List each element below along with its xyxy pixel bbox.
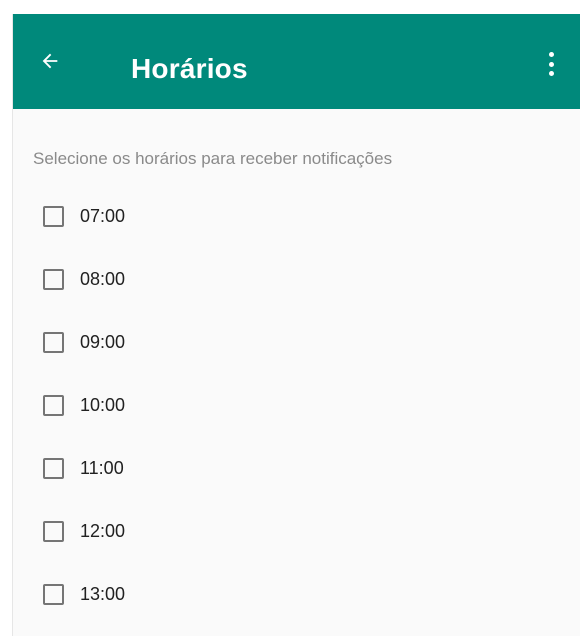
hour-item[interactable]: 13:00 bbox=[43, 582, 125, 636]
hour-checkbox[interactable] bbox=[43, 395, 64, 416]
hour-item[interactable]: 12:00 bbox=[43, 519, 125, 582]
hour-label: 07:00 bbox=[80, 206, 126, 226]
hour-item[interactable]: 10:00 bbox=[43, 393, 125, 456]
hour-checkbox[interactable] bbox=[43, 206, 64, 227]
page-title: Horários bbox=[131, 53, 248, 84]
instructions-text: Selecione os horários para receber notif… bbox=[33, 149, 393, 168]
hour-label: 09:00 bbox=[80, 332, 126, 352]
hour-label: 08:00 bbox=[80, 269, 126, 289]
hour-label: 10:00 bbox=[80, 395, 126, 415]
hour-list: 07:00 08:00 09:00 10:00 11:00 12:00 13:0… bbox=[43, 204, 125, 636]
more-vertical-icon bbox=[548, 52, 554, 57]
hour-label: 13:00 bbox=[80, 584, 126, 604]
hour-label: 11:00 bbox=[80, 458, 124, 478]
hour-checkbox[interactable] bbox=[43, 269, 64, 290]
hour-label: 12:00 bbox=[80, 521, 126, 541]
screen: Horários Selecione os horários para rece… bbox=[12, 14, 580, 636]
hour-item[interactable]: 11:00 bbox=[43, 456, 125, 519]
arrow-left-icon bbox=[42, 53, 58, 69]
hour-checkbox[interactable] bbox=[43, 332, 64, 353]
hour-item[interactable]: 09:00 bbox=[43, 330, 125, 393]
hour-item[interactable]: 08:00 bbox=[43, 267, 125, 330]
hour-checkbox[interactable] bbox=[43, 584, 64, 605]
hour-item[interactable]: 07:00 bbox=[43, 204, 125, 267]
back-button[interactable] bbox=[37, 48, 63, 74]
app-bar: Horários bbox=[13, 14, 580, 109]
overflow-menu-button[interactable] bbox=[545, 52, 557, 76]
hour-checkbox[interactable] bbox=[43, 458, 64, 479]
hour-checkbox[interactable] bbox=[43, 521, 64, 542]
